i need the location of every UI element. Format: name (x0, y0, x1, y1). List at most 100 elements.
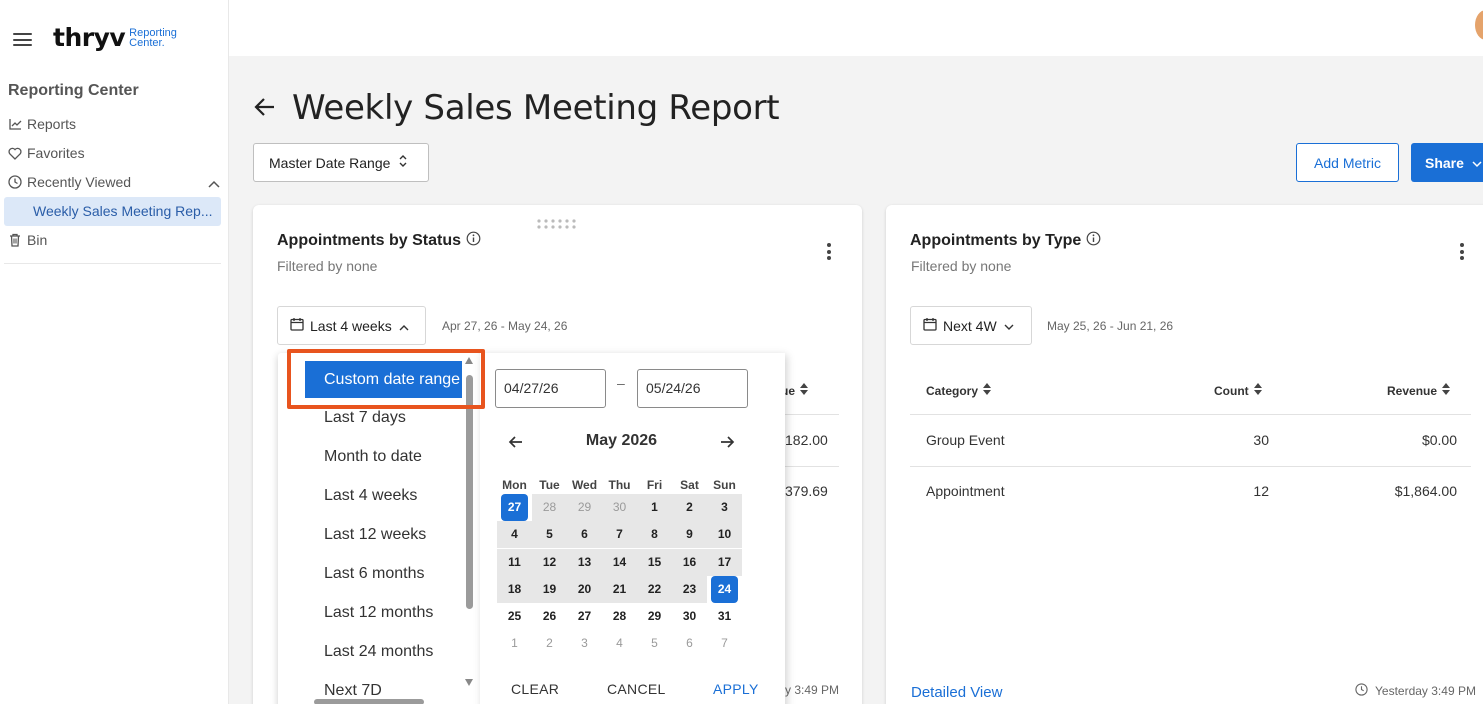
calendar-day[interactable]: 16 (672, 549, 707, 576)
option-last-7-days[interactable]: Last 7 days (324, 409, 406, 427)
back-arrow-icon[interactable] (254, 96, 276, 123)
sidebar-heading: Reporting Center (8, 82, 139, 99)
scroll-up-arrow-icon[interactable] (465, 357, 473, 364)
avatar[interactable] (1475, 10, 1483, 40)
clock-icon (1355, 683, 1368, 699)
calendar-day[interactable]: 31 (707, 603, 742, 630)
option-last-12-weeks[interactable]: Last 12 weeks (324, 526, 426, 544)
calendar-day[interactable]: 28 (602, 603, 637, 630)
table-cell-revenue: $1,864.00 (1394, 483, 1457, 499)
weekday-label: Thu (608, 478, 631, 492)
calendar-day[interactable]: 5 (637, 630, 672, 657)
weekday-label: Tue (539, 478, 560, 492)
sidebar-item-weekly-sales-report[interactable]: Weekly Sales Meeting Rep... (4, 197, 221, 226)
sidebar-item-label: Favorites (27, 145, 85, 161)
calendar-day[interactable]: 3 (707, 494, 742, 521)
calendar-day[interactable]: 7 (707, 630, 742, 657)
calendar-day[interactable]: 15 (637, 549, 672, 576)
calendar-day[interactable]: 26 (532, 603, 567, 630)
column-header-revenue[interactable]: Revenue (1387, 383, 1451, 398)
drag-handle-icon[interactable] (536, 217, 580, 229)
master-date-range-select[interactable]: Master Date Range (253, 143, 429, 182)
calendar-day[interactable]: 4 (602, 630, 637, 657)
chevron-up-icon[interactable] (208, 175, 220, 191)
option-last-12-months[interactable]: Last 12 months (324, 604, 433, 622)
calendar-day[interactable]: 2 (672, 494, 707, 521)
kebab-menu-icon[interactable] (827, 243, 831, 263)
calendar-day[interactable]: 11 (497, 549, 532, 576)
option-custom-date-range[interactable]: Custom date range (305, 361, 462, 398)
sidebar-item-bin[interactable]: Bin (8, 229, 47, 251)
calendar-day[interactable]: 6 (672, 630, 707, 657)
cancel-button[interactable]: CANCEL (607, 681, 666, 697)
column-header-revenue[interactable]: ue (781, 383, 809, 398)
calendar-day[interactable]: 28 (532, 494, 567, 521)
range-options-dropdown: Custom date range Last 7 days Month to d… (278, 353, 480, 704)
calendar-day[interactable]: 23 (672, 576, 707, 603)
calendar-day[interactable]: 5 (532, 521, 567, 548)
calendar-day[interactable]: 7 (602, 521, 637, 548)
sidebar-item-reports[interactable]: Reports (8, 113, 76, 135)
detailed-view-link[interactable]: Detailed View (911, 684, 1002, 701)
column-header-category[interactable]: Category (926, 383, 992, 398)
calendar-day-selected[interactable]: 24 (707, 576, 742, 603)
calendar-day[interactable]: 6 (567, 521, 602, 548)
calendar-day-selected[interactable]: 27 (497, 494, 532, 521)
page-title: Weekly Sales Meeting Report (292, 88, 780, 128)
calendar-day[interactable]: 13 (567, 549, 602, 576)
option-last-24-months[interactable]: Last 24 months (324, 643, 433, 661)
calendar-day[interactable]: 8 (637, 521, 672, 548)
share-button[interactable]: Share (1411, 143, 1483, 182)
calendar-day[interactable]: 10 (707, 521, 742, 548)
option-month-to-date[interactable]: Month to date (324, 448, 422, 466)
sort-icon (983, 383, 992, 398)
scroll-down-arrow-icon[interactable] (465, 679, 473, 686)
calendar-day[interactable]: 30 (672, 603, 707, 630)
calendar-day[interactable]: 29 (567, 494, 602, 521)
calendar-day[interactable]: 14 (602, 549, 637, 576)
option-next-7d[interactable]: Next 7D (324, 682, 382, 700)
calendar-day[interactable]: 3 (567, 630, 602, 657)
calendar-day[interactable]: 21 (602, 576, 637, 603)
sidebar-item-recently-viewed[interactable]: Recently Viewed (8, 171, 220, 193)
calendar-day[interactable]: 30 (602, 494, 637, 521)
apply-button[interactable]: APPLY (713, 681, 759, 697)
end-date-input[interactable]: 05/24/26 (637, 369, 748, 408)
calendar-day[interactable]: 29 (637, 603, 672, 630)
option-last-6-months[interactable]: Last 6 months (324, 565, 425, 583)
kebab-menu-icon[interactable] (1460, 243, 1464, 263)
sort-icon (1253, 383, 1262, 398)
calendar-day[interactable]: 19 (532, 576, 567, 603)
calendar-day[interactable]: 25 (497, 603, 532, 630)
horizontal-scrollbar-thumb[interactable] (314, 699, 424, 704)
scrollbar-thumb[interactable] (466, 375, 473, 609)
widget-range-select[interactable]: Last 4 weeks (277, 306, 426, 345)
column-header-count[interactable]: Count (1214, 383, 1262, 398)
calendar-day[interactable]: 4 (497, 521, 532, 548)
clear-button[interactable]: CLEAR (511, 681, 559, 697)
calendar-day[interactable]: 20 (567, 576, 602, 603)
calendar-day[interactable]: 18 (497, 576, 532, 603)
next-month-arrow-icon[interactable] (719, 434, 735, 455)
hamburger-menu-icon[interactable] (13, 33, 32, 46)
calendar-day[interactable]: 27 (567, 603, 602, 630)
calendar-day[interactable]: 22 (637, 576, 672, 603)
calendar-day[interactable]: 1 (497, 630, 532, 657)
calendar-day[interactable]: 17 (707, 549, 742, 576)
info-icon[interactable] (466, 231, 481, 251)
calendar-day[interactable]: 12 (532, 549, 567, 576)
logo-wordmark: thryv (53, 23, 126, 52)
option-last-4-weeks[interactable]: Last 4 weeks (324, 487, 417, 505)
calendar-day[interactable]: 1 (637, 494, 672, 521)
widget-range-label: Next 4W (943, 317, 997, 334)
add-metric-button[interactable]: Add Metric (1296, 143, 1399, 182)
calendar-day[interactable]: 2 (532, 630, 567, 657)
logo[interactable]: thryv Reporting Center. (53, 24, 177, 52)
sidebar-item-favorites[interactable]: Favorites (8, 142, 85, 164)
info-icon[interactable] (1086, 231, 1101, 251)
table-cell-revenue: 182.00 (785, 432, 828, 448)
start-date-input[interactable]: 04/27/26 (495, 369, 606, 408)
calendar-day[interactable]: 9 (672, 521, 707, 548)
widget-range-select[interactable]: Next 4W (910, 306, 1032, 345)
sidebar-item-label: Reports (27, 116, 77, 132)
